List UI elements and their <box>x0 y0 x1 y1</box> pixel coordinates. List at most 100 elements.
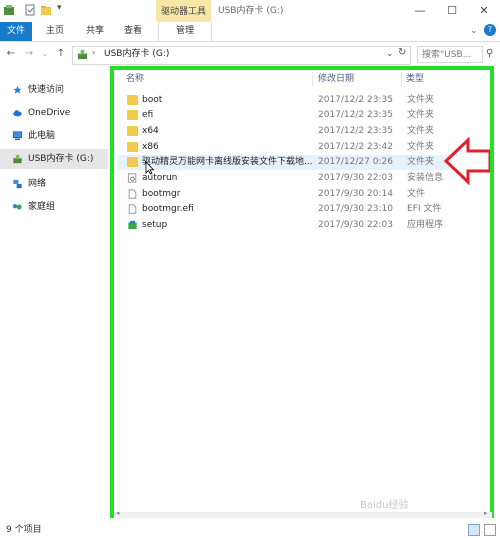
nav-item-quick-access[interactable]: 快速访问 <box>0 80 108 100</box>
scroll-left-icon[interactable]: ◂ <box>116 509 120 517</box>
sort-indicator-icon: ^ <box>210 66 216 74</box>
recent-locations-button[interactable]: ⌄ <box>38 47 52 61</box>
file-date: 2017/9/30 20:14 <box>318 189 393 199</box>
file-row[interactable]: x64 2017/12/2 23:35 文件夹 <box>118 124 488 139</box>
nav-item-homegroup[interactable]: 家庭组 <box>0 197 108 217</box>
up-button[interactable]: ↑ <box>54 47 68 61</box>
folder-icon <box>127 142 138 152</box>
refresh-icon[interactable]: ↻ <box>398 47 406 58</box>
forward-button[interactable]: → <box>22 47 36 61</box>
customize-toolbar-icon[interactable]: ▾ <box>57 3 62 13</box>
file-row[interactable]: autorun 2017/9/30 22:03 安装信息 <box>118 171 488 186</box>
folder-icon <box>127 126 138 136</box>
file-name: autorun <box>142 173 178 183</box>
nav-item-usb-drive[interactable]: USB内存卡 (G:) <box>0 149 108 169</box>
file-type: 文件夹 <box>407 110 435 120</box>
file-name: 驱动精灵万能网卡离线版安装文件下载地... <box>142 157 312 167</box>
properties-icon[interactable] <box>24 4 36 16</box>
nav-item-label: 快速访问 <box>28 85 65 95</box>
file-type: 文件夹 <box>407 157 435 167</box>
status-bar <box>0 518 500 538</box>
column-header-name[interactable]: 名称 <box>126 72 144 86</box>
homegroup-icon <box>12 204 22 210</box>
tab-file[interactable]: 文件 <box>0 22 32 41</box>
file-icon <box>128 189 137 199</box>
column-header-type[interactable]: 类型 <box>406 72 424 86</box>
folder-icon <box>127 157 138 167</box>
file-name: bootmgr <box>142 189 181 199</box>
file-row[interactable]: bootmgr.efi 2017/9/30 23:10 EFI 文件 <box>118 202 488 217</box>
nav-item-label: USB内存卡 (G:) <box>28 154 94 164</box>
file-row[interactable]: bootmgr 2017/9/30 20:14 文件 <box>118 187 488 202</box>
file-date: 2017/9/30 22:03 <box>318 173 393 183</box>
close-button[interactable]: ✕ <box>468 0 500 22</box>
usb-drive-icon <box>13 154 22 164</box>
window-title: USB内存卡 (G:) <box>218 6 284 16</box>
details-view-button[interactable] <box>468 524 480 536</box>
column-divider[interactable] <box>401 72 402 86</box>
tab-manage[interactable]: 管理 <box>158 22 212 41</box>
usb-drive-icon <box>77 49 88 60</box>
watermark-text: Baidu经验 <box>360 500 409 511</box>
file-name: efi <box>142 110 154 120</box>
tab-share[interactable]: 共享 <box>86 22 104 41</box>
search-input[interactable]: 搜索"USB... <box>417 46 483 63</box>
file-icon <box>128 204 137 214</box>
file-name: x64 <box>142 126 159 136</box>
nav-item-onedrive[interactable]: OneDrive <box>0 103 108 123</box>
file-row[interactable]: x86 2017/12/2 23:42 文件夹 <box>118 140 488 155</box>
file-date: 2017/9/30 23:10 <box>318 204 393 214</box>
large-icons-view-button[interactable] <box>484 524 496 536</box>
folder-icon <box>127 95 138 105</box>
file-name: x86 <box>142 142 159 152</box>
file-date: 2017/12/2 23:35 <box>318 126 393 136</box>
file-row[interactable]: boot 2017/12/2 23:35 文件夹 <box>118 93 488 108</box>
file-type: 文件 <box>407 189 426 199</box>
mouse-cursor-icon <box>145 161 155 175</box>
tab-home[interactable]: 主页 <box>46 22 64 41</box>
red-arrow-annotation-icon <box>443 137 492 185</box>
minimize-button[interactable]: — <box>404 0 436 22</box>
file-type: 安装信息 <box>407 173 444 183</box>
file-name: setup <box>142 220 168 230</box>
nav-item-label: 家庭组 <box>28 202 56 212</box>
nav-item-this-pc[interactable]: 此电脑 <box>0 126 108 146</box>
computer-icon <box>12 131 23 141</box>
item-count: 9 个项目 <box>6 525 42 535</box>
file-name: boot <box>142 95 163 105</box>
file-date: 2017/12/27 0:26 <box>318 157 393 167</box>
file-type: 文件夹 <box>407 95 435 105</box>
column-header-date[interactable]: 修改日期 <box>318 72 354 86</box>
new-folder-icon[interactable] <box>40 4 52 16</box>
settings-file-icon <box>127 173 137 183</box>
ribbon-tab-bar <box>0 22 500 42</box>
help-icon[interactable]: ? <box>484 24 496 36</box>
file-row[interactable]: efi 2017/12/2 23:35 文件夹 <box>118 108 488 123</box>
file-row-highlighted[interactable]: 驱动精灵万能网卡离线版安装文件下载地... 2017/12/27 0:26 文件… <box>118 155 488 170</box>
tab-view[interactable]: 查看 <box>124 22 142 41</box>
address-dropdown-icon[interactable]: ⌄ <box>386 49 394 59</box>
ribbon-expand-icon[interactable]: ⌄ <box>470 26 478 36</box>
maximize-button[interactable]: ☐ <box>436 0 468 22</box>
file-row[interactable]: setup 2017/9/30 22:03 应用程序 <box>118 218 488 233</box>
file-type: EFI 文件 <box>407 204 442 214</box>
nav-item-label: 此电脑 <box>28 131 56 141</box>
file-date: 2017/9/30 22:03 <box>318 220 393 230</box>
folder-icon <box>127 110 138 120</box>
file-date: 2017/12/2 23:35 <box>318 95 393 105</box>
file-name: bootmgr.efi <box>142 204 194 214</box>
file-date: 2017/12/2 23:35 <box>318 110 393 120</box>
file-type: 文件夹 <box>407 142 435 152</box>
context-tab-drive-tools: 驱动器工具 <box>156 0 211 22</box>
nav-item-network[interactable]: 网络 <box>0 174 108 194</box>
address-path[interactable]: USB内存卡 (G:) <box>104 46 169 63</box>
nav-item-label: OneDrive <box>28 108 71 118</box>
search-icon[interactable]: ⚲ <box>486 48 493 59</box>
chevron-right-icon[interactable]: › <box>92 48 95 57</box>
back-button[interactable]: ← <box>4 47 18 61</box>
explorer-icon[interactable] <box>3 4 15 16</box>
network-icon <box>13 179 22 189</box>
star-icon <box>13 85 22 94</box>
scroll-right-icon[interactable]: ▸ <box>484 509 488 517</box>
column-divider[interactable] <box>312 72 313 86</box>
